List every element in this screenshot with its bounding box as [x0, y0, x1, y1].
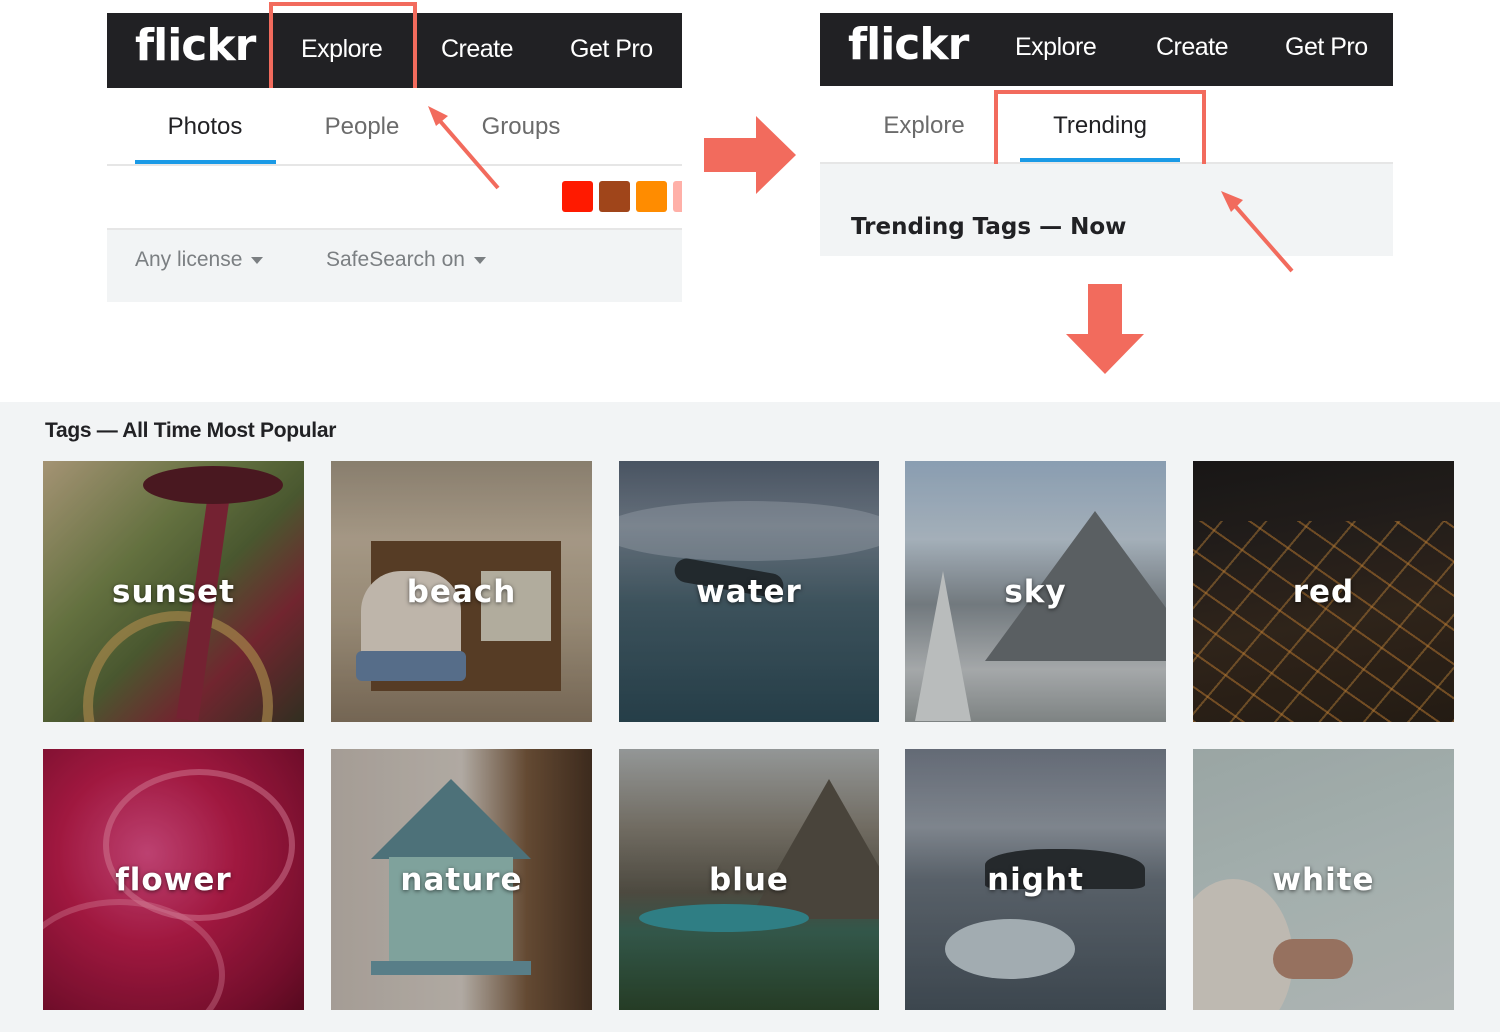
tab-photos[interactable]: Photos	[135, 113, 275, 141]
tag-label: red	[1292, 574, 1355, 610]
tab-explore[interactable]: Explore	[854, 112, 994, 140]
trending-panel: Trending Tags — Now	[820, 164, 1393, 256]
nav-create[interactable]: Create	[441, 35, 514, 64]
tag-label: blue	[709, 862, 789, 898]
nav-get-pro[interactable]: Get Pro	[1285, 33, 1368, 62]
filter-bar: Any license SafeSearch on	[107, 228, 682, 302]
tag-tile-nature[interactable]: nature	[331, 749, 592, 1010]
explore-subnav: Photos People Groups	[107, 88, 682, 166]
tag-tile-blue[interactable]: blue	[619, 749, 879, 1010]
tag-tile-flower[interactable]: flower	[43, 749, 304, 1010]
right-arrow-icon	[704, 116, 796, 194]
flickr-logo[interactable]: flickr	[848, 19, 969, 70]
tag-tile-red[interactable]: red	[1193, 461, 1454, 722]
flickr-logo[interactable]: flickr	[135, 20, 256, 71]
top-navbar-right: flickr Explore Create Get Pro	[820, 13, 1393, 86]
tab-active-underline	[135, 160, 276, 164]
chevron-down-icon	[473, 256, 486, 264]
color-swatch-brown[interactable]	[599, 181, 630, 212]
tag-tile-white[interactable]: white	[1193, 749, 1454, 1010]
tag-label: night	[987, 862, 1084, 898]
license-dropdown-label: Any license	[135, 248, 243, 271]
tag-tile-beach[interactable]: beach	[331, 461, 592, 722]
tag-label: white	[1272, 862, 1375, 898]
tag-label: sunset	[112, 574, 235, 610]
color-swatch-pink[interactable]	[673, 181, 682, 212]
down-arrow-icon	[1066, 284, 1144, 374]
chevron-down-icon	[251, 256, 264, 264]
trending-title: Trending Tags — Now	[851, 214, 1127, 240]
pointer-arrow-icon	[1221, 191, 1294, 273]
license-dropdown[interactable]: Any license	[135, 248, 264, 272]
tag-label: flower	[115, 862, 232, 898]
nav-explore[interactable]: Explore	[1015, 33, 1097, 62]
explore-highlight-box	[269, 2, 417, 102]
tag-label: water	[696, 574, 802, 610]
safesearch-dropdown-label: SafeSearch on	[326, 248, 465, 271]
tag-tile-water[interactable]: water	[619, 461, 879, 722]
tag-label: nature	[400, 862, 523, 898]
nav-create[interactable]: Create	[1156, 33, 1229, 62]
color-swatch-orange[interactable]	[636, 181, 667, 212]
nav-get-pro[interactable]: Get Pro	[570, 35, 653, 64]
pointer-arrow-icon	[428, 106, 500, 190]
tags-heading: Tags — All Time Most Popular	[45, 419, 337, 442]
tag-tile-sky[interactable]: sky	[905, 461, 1166, 722]
tag-tile-night[interactable]: night	[905, 749, 1166, 1010]
tag-label: sky	[1004, 574, 1067, 610]
tag-label: beach	[406, 574, 517, 610]
tag-tile-sunset[interactable]: sunset	[43, 461, 304, 722]
tab-people[interactable]: People	[292, 113, 432, 141]
safesearch-dropdown[interactable]: SafeSearch on	[326, 248, 486, 272]
color-swatch-red[interactable]	[562, 181, 593, 212]
